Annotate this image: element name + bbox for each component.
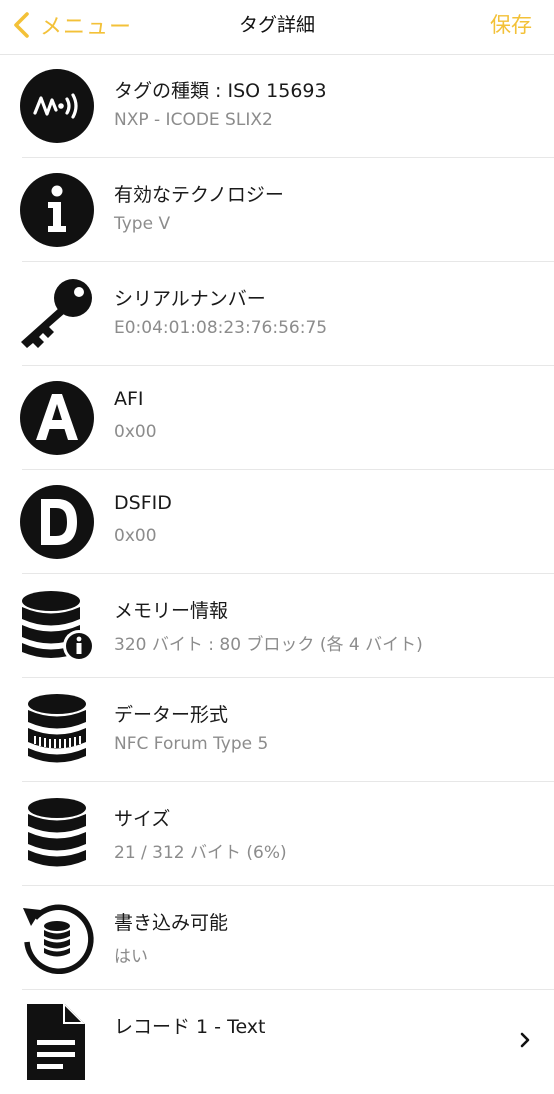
row-value: 320 バイト : 80 ブロック (各 4 バイト) [114, 635, 423, 655]
row-afi: AFI 0x00 [0, 366, 554, 470]
row-tag-type: タグの種類 : ISO 15693 NXP - ICODE SLIX2 [0, 54, 554, 158]
chevron-right-icon [520, 1032, 530, 1048]
database-format-icon [19, 692, 95, 768]
row-dsfid: DSFID 0x00 [0, 470, 554, 574]
row-title: AFI [114, 388, 144, 410]
navigation-bar: メニュー タグ詳細 保存 [0, 0, 554, 55]
row-value: NFC Forum Type 5 [114, 734, 269, 754]
row-value: 0x00 [114, 422, 157, 442]
row-value: Type V [114, 214, 171, 234]
nfc-icon [19, 68, 95, 144]
row-value: はい [114, 947, 148, 967]
letter-d-icon [19, 484, 95, 560]
chevron-left-icon [14, 12, 29, 38]
row-title: DSFID [114, 492, 172, 514]
document-icon [19, 1004, 95, 1080]
row-title: データー形式 [114, 704, 229, 726]
row-value: NXP - ICODE SLIX2 [114, 110, 273, 130]
row-memory-info: メモリー情報 320 バイト : 80 ブロック (各 4 バイト) [0, 574, 554, 678]
database-writable-icon [19, 900, 95, 976]
row-title: 有効なテクノロジー [114, 184, 284, 206]
row-serial-number: シリアルナンバー E0:04:01:08:23:76:56:75 [0, 262, 554, 366]
back-button-label: メニュー [40, 15, 133, 40]
row-value: E0:04:01:08:23:76:56:75 [114, 318, 328, 338]
row-title: シリアルナンバー [114, 288, 266, 310]
row-record[interactable]: レコード 1 - Text [0, 990, 554, 1094]
save-button[interactable]: 保存 [490, 10, 532, 40]
row-writable: 書き込み可能 はい [0, 886, 554, 990]
row-value: 21 / 312 バイト (6%) [114, 843, 287, 863]
key-icon [19, 276, 95, 352]
row-technology: 有効なテクノロジー Type V [0, 158, 554, 262]
database-icon [19, 796, 95, 872]
row-data-format: データー形式 NFC Forum Type 5 [0, 678, 554, 782]
row-title: 書き込み可能 [114, 912, 229, 934]
database-info-icon [19, 588, 95, 664]
row-title: タグの種類 : ISO 15693 [114, 80, 327, 102]
row-title: サイズ [114, 808, 171, 830]
row-size: サイズ 21 / 312 バイト (6%) [0, 782, 554, 886]
back-button[interactable]: メニュー [10, 8, 132, 42]
row-title: メモリー情報 [114, 600, 229, 622]
info-icon [19, 172, 95, 248]
row-title: レコード 1 - Text [114, 1016, 266, 1038]
row-value: 0x00 [114, 526, 157, 546]
letter-a-icon [19, 380, 95, 456]
